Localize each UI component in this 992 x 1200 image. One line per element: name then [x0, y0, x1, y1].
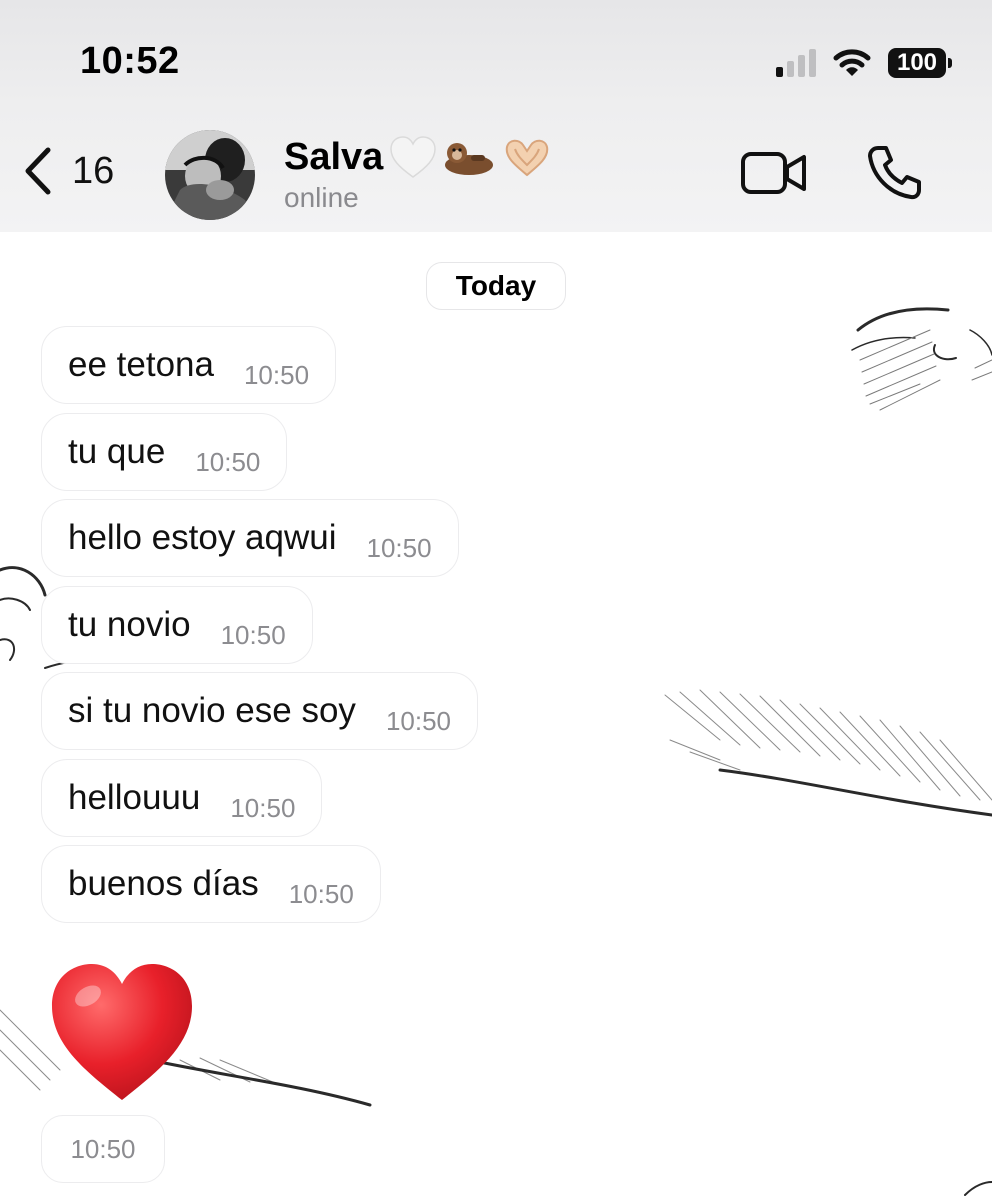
message-time: 10:50 [385, 705, 452, 736]
avatar-photo [165, 130, 255, 220]
message-bubble[interactable]: hello estoy aqwui 10:50 [41, 499, 459, 577]
message-text: si tu novio ese soy [68, 691, 356, 730]
message-time: 10:50 [288, 878, 354, 909]
message-text: hellouuu [68, 778, 201, 817]
red-heart-icon[interactable] [48, 960, 196, 1104]
message-text: hello estoy aqwui [68, 518, 337, 557]
message-time: 10:50 [366, 532, 432, 563]
contact-status: online [284, 182, 359, 213]
message-time: 10:50 [243, 359, 310, 390]
message-text: tu que [68, 432, 166, 471]
message-text: tu novio [68, 605, 191, 644]
message-bubble[interactable]: ee tetona 10:50 [41, 326, 337, 404]
contact-name-text: Salva [284, 135, 384, 178]
message-bubble[interactable]: hellouuu 10:50 [41, 759, 323, 837]
message-bubble[interactable]: tu novio 10:50 [41, 586, 313, 664]
message-text: ee tetona [68, 345, 214, 384]
wifi-icon [833, 49, 871, 76]
white-heart-icon [390, 136, 437, 178]
otter-icon [445, 143, 494, 175]
message-time: 10:50 [41, 1115, 165, 1183]
phone-icon[interactable] [866, 144, 924, 202]
message-time: 10:50 [195, 446, 261, 477]
message-bubble[interactable]: tu que 10:50 [41, 413, 288, 491]
video-camera-icon[interactable] [740, 150, 808, 196]
battery-indicator: 100 [888, 48, 952, 78]
status-indicators: 100 [776, 46, 952, 80]
unread-count: 16 [72, 149, 115, 192]
heart-hands-icon [506, 139, 549, 177]
chat-area[interactable]: Today ee tetona 10:50 tu que 10:50 hello… [0, 232, 992, 1200]
date-separator: Today [426, 262, 566, 310]
chat-header: 10:52 100 16 Salva online [0, 0, 992, 232]
back-chevron-icon [25, 147, 51, 195]
status-time: 10:52 [80, 40, 180, 82]
back-button[interactable]: 16 [20, 146, 114, 196]
name-emojis [389, 135, 553, 179]
contact-avatar[interactable] [165, 130, 255, 220]
contact-name[interactable]: Salva [284, 135, 553, 179]
message-time: 10:50 [220, 619, 286, 650]
message-bubble[interactable]: si tu novio ese soy 10:50 [41, 672, 479, 750]
message-time: 10:50 [230, 792, 296, 823]
message-text: buenos días [68, 864, 259, 903]
cellular-signal-icon [776, 49, 816, 77]
message-bubble[interactable]: buenos días 10:50 [41, 845, 381, 923]
